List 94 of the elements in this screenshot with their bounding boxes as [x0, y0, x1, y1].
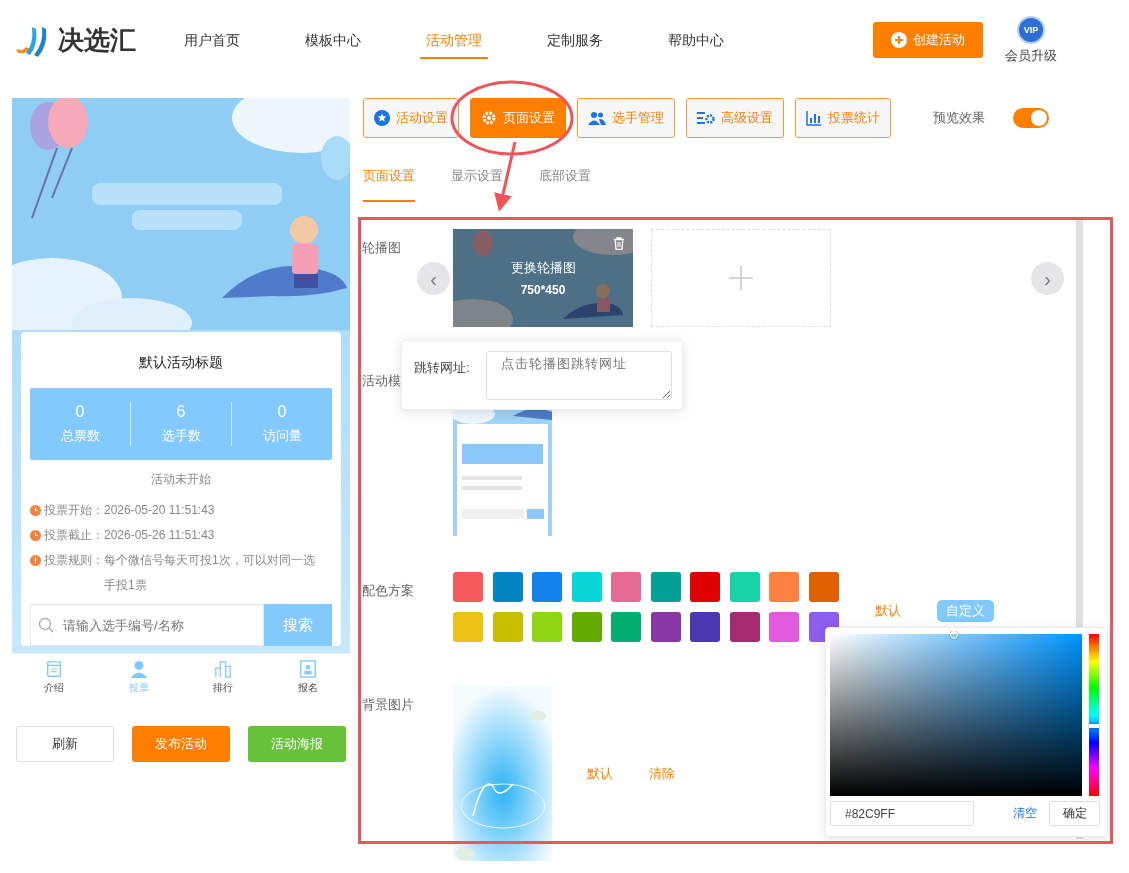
sliders-gear-icon — [697, 110, 715, 126]
color-swatch[interactable] — [532, 572, 562, 602]
id-card-icon — [298, 660, 317, 678]
image-size-label: 750*450 — [520, 283, 566, 297]
color-swatch[interactable] — [650, 572, 681, 602]
default-button[interactable]: 默认 — [587, 764, 613, 783]
slider-thumb[interactable] — [1089, 724, 1099, 729]
stat-value: 0 — [75, 403, 85, 421]
nav-link[interactable]: 模板中心 — [299, 0, 367, 59]
color-swatch[interactable] — [650, 612, 681, 642]
field-label: 背景图片 — [362, 696, 415, 714]
color-swatch[interactable] — [453, 612, 483, 642]
clock-icon — [30, 530, 41, 541]
search-icon — [38, 617, 54, 633]
settings-tab[interactable]: 投票统计 — [795, 98, 891, 138]
color-swatch[interactable] — [808, 572, 839, 602]
replace-image-label[interactable]: 更换轮播图 — [510, 259, 576, 277]
clock-icon — [30, 505, 41, 516]
alert-icon — [30, 555, 41, 566]
sub-tab[interactable]: 页面设置 — [363, 167, 415, 202]
add-image-button[interactable] — [651, 229, 831, 327]
hue-slider[interactable] — [1089, 634, 1099, 796]
color-swatch[interactable] — [729, 572, 760, 602]
activity-title: 默认活动标题 — [138, 354, 224, 372]
sub-tab[interactable]: 底部设置 — [539, 167, 591, 202]
color-swatch[interactable] — [690, 612, 720, 642]
nav-link[interactable]: 定制服务 — [541, 0, 609, 59]
color-swatch[interactable] — [611, 572, 641, 602]
users-icon — [588, 110, 606, 126]
trash-icon[interactable] — [613, 237, 625, 250]
settings-tab[interactable]: 高级设置 — [686, 98, 784, 138]
brand-name: 决选汇 — [58, 23, 136, 57]
color-swatch[interactable] — [729, 612, 760, 642]
document-icon — [45, 660, 64, 678]
confirm-button[interactable]: 确定 — [1049, 801, 1100, 826]
color-swatch[interactable] — [769, 612, 799, 642]
bar-chart-icon — [806, 110, 822, 126]
bar-chart-icon — [214, 660, 233, 678]
action-button[interactable]: 活动海报 — [248, 726, 346, 762]
info-value: 2026-05-20 11:51:43 — [104, 502, 216, 519]
nav-link[interactable]: 用户首页 — [178, 0, 246, 59]
settings-tab[interactable]: 选手管理 — [577, 98, 675, 138]
field-label: 活动模 — [362, 372, 402, 390]
color-swatch[interactable] — [611, 612, 641, 642]
activity-status: 活动未开始 — [150, 471, 212, 488]
info-value: 每个微信号每天可投1次，可以对同一选手投1票 — [104, 552, 316, 594]
settings-tab[interactable]: 活动设置 — [363, 98, 459, 138]
sub-tab[interactable]: 显示设置 — [451, 167, 503, 202]
vip-badge[interactable]: VIP — [1017, 15, 1045, 44]
hex-input-field[interactable]: #82C9FF — [830, 801, 974, 826]
color-swatch[interactable] — [532, 612, 562, 642]
field-label: 配色方案 — [362, 582, 415, 600]
color-swatch[interactable] — [571, 612, 602, 642]
tab-bar-item[interactable]: 排行 — [181, 654, 266, 701]
stat-value: 6 — [176, 403, 186, 421]
field-label: 跳转网址: — [414, 359, 471, 377]
info-value: 2026-05-26 11:51:43 — [104, 527, 216, 544]
gear-icon — [481, 110, 497, 126]
next-button[interactable]: › — [1031, 262, 1064, 295]
preview-label: 预览效果 — [933, 109, 985, 127]
tab-bar-item[interactable]: 报名 — [265, 654, 350, 701]
plus-icon — [729, 266, 753, 290]
clear-link[interactable]: 清空 — [1013, 805, 1037, 822]
stat-label: 访问量 — [262, 427, 302, 445]
clear-button[interactable]: 清除 — [649, 764, 675, 783]
info-label: 投票规则： — [44, 552, 104, 569]
create-activity-button[interactable]: 创建活动 — [873, 22, 983, 58]
toggle-switch[interactable] — [1013, 108, 1049, 128]
color-swatch[interactable] — [571, 572, 602, 602]
stat-value: 0 — [277, 403, 287, 421]
person-icon — [129, 660, 148, 678]
nav-link[interactable]: 帮助中心 — [662, 0, 730, 59]
color-swatch[interactable] — [769, 572, 799, 602]
settings-tab[interactable]: 页面设置 — [470, 98, 566, 138]
saturation-panel[interactable] — [830, 634, 1082, 796]
default-button[interactable]: 默认 — [875, 602, 901, 620]
color-swatch[interactable] — [492, 612, 523, 642]
color-swatch[interactable] — [492, 572, 523, 602]
tab-bar-item[interactable]: 介绍 — [12, 654, 97, 701]
vip-upgrade-link[interactable]: 会员升级 — [1005, 46, 1057, 65]
stat-label: 总票数 — [60, 427, 100, 445]
nav-link[interactable]: 活动管理 — [420, 0, 488, 59]
info-label: 投票截止： — [44, 527, 104, 544]
search-field[interactable]: 请输入选手编号/名称 — [30, 604, 264, 646]
color-swatch[interactable] — [690, 572, 720, 602]
color-swatch[interactable] — [453, 572, 483, 602]
plus-circle-icon — [891, 32, 907, 48]
field-label: 轮播图 — [362, 239, 401, 257]
stat-label: 选手数 — [161, 427, 201, 445]
action-button[interactable]: 刷新 — [16, 726, 114, 762]
action-button[interactable]: 发布活动 — [132, 726, 230, 762]
url-input-field[interactable]: 点击轮播图跳转网址 — [486, 351, 672, 400]
previous-button[interactable]: ‹ — [417, 262, 450, 295]
info-label: 投票开始： — [44, 502, 104, 519]
